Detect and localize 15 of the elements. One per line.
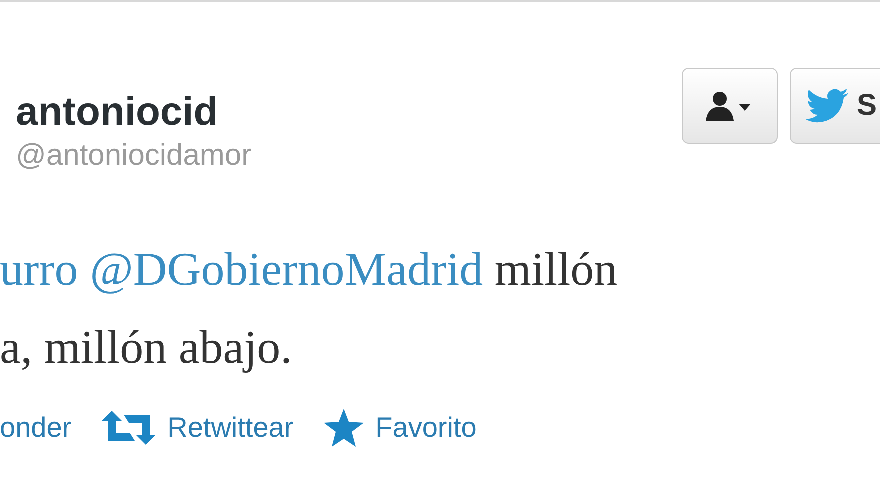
tweet-link[interactable]: @DGobiernoMadrid — [90, 244, 484, 296]
user-caret-icon — [706, 91, 754, 121]
user-menu-button[interactable] — [682, 68, 778, 144]
bird-icon — [804, 89, 849, 123]
follow-button[interactable]: S — [790, 68, 880, 144]
retweet-icon — [102, 411, 156, 445]
star-icon — [324, 409, 364, 447]
tweet-text: a, millón abajo. — [0, 322, 292, 374]
tweet-link[interactable]: urro — [0, 244, 90, 296]
favorite-action[interactable]: Favorito — [324, 409, 477, 447]
reply-action[interactable]: onder — [0, 412, 72, 444]
user-handle[interactable]: @antoniocidamor — [16, 139, 252, 173]
user-name[interactable]: antoniocid — [16, 90, 218, 135]
retweet-action[interactable]: Retwittear — [102, 411, 294, 445]
tweet-text: millón — [494, 244, 618, 296]
